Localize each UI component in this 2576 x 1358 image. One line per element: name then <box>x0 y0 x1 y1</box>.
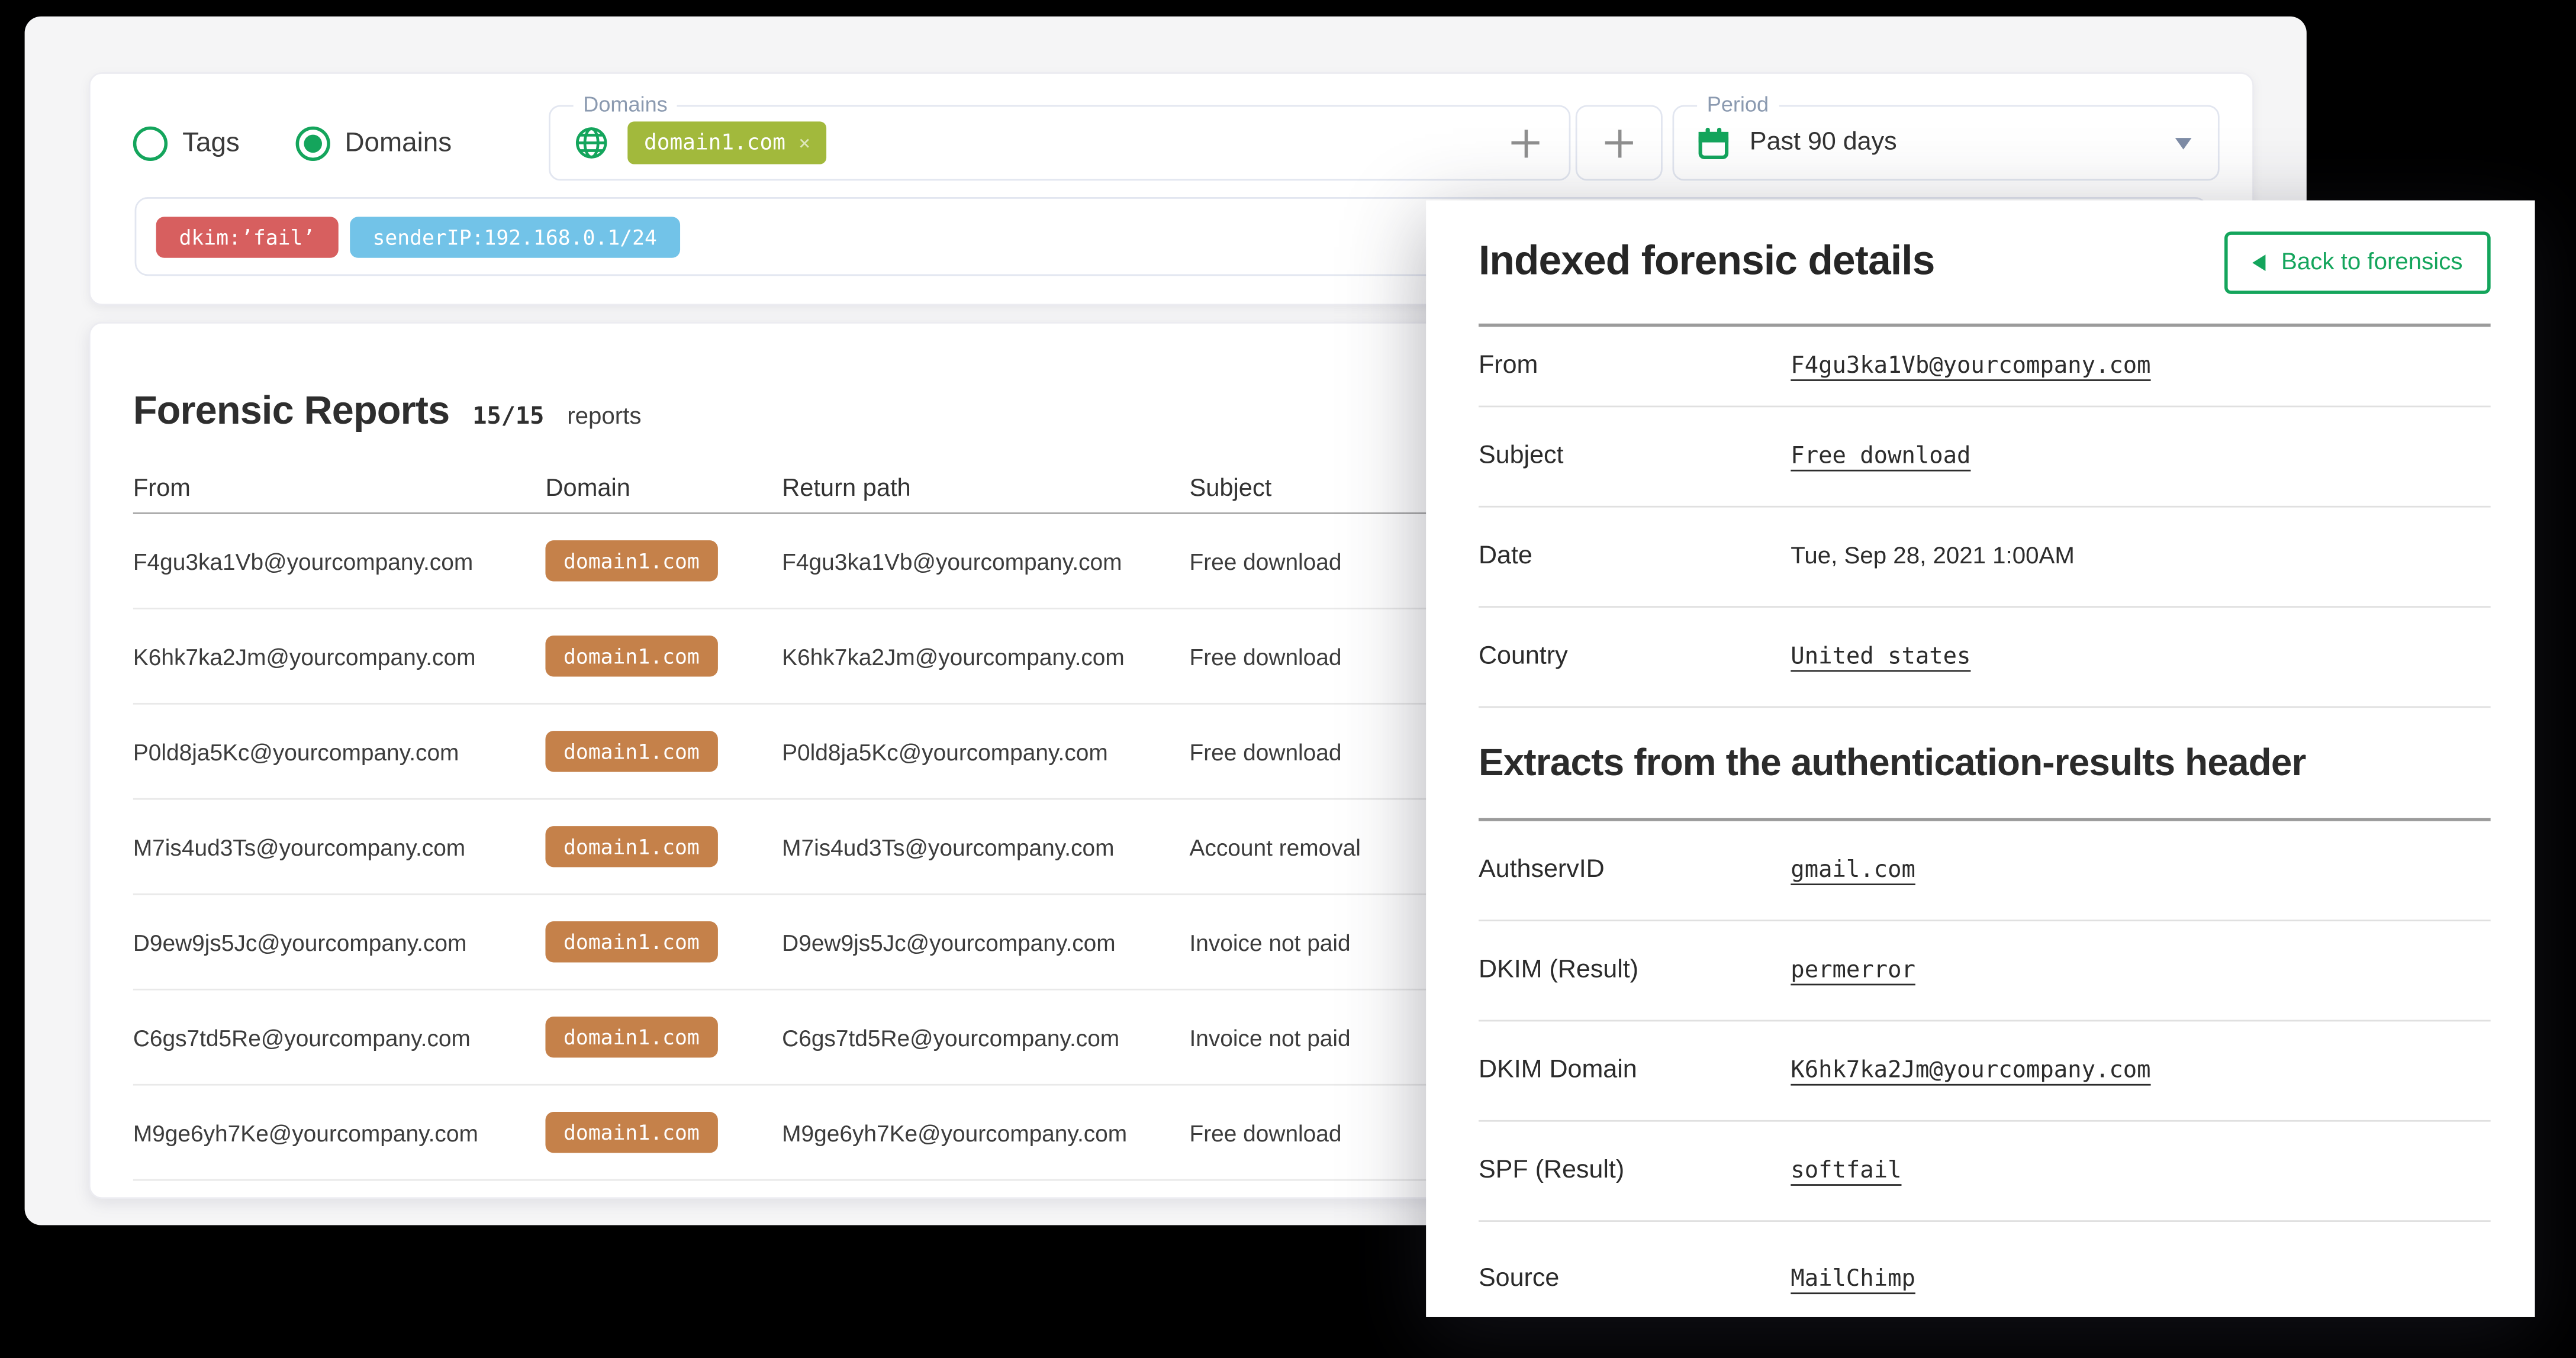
auth-row-dkim-result: DKIM (Result) permerror <box>1479 921 2491 1021</box>
query-chip-senderip[interactable]: senderIP:192.168.0.1/24 <box>350 216 680 257</box>
period-select[interactable]: Period Past 90 days <box>1672 105 2219 181</box>
detail-value-link[interactable]: permerror <box>1791 957 1915 983</box>
detail-label: SPF (Result) <box>1479 1156 1791 1186</box>
detail-value-link[interactable]: softfail <box>1791 1158 1901 1184</box>
cell-return-path: F4gu3ka1Vb@yourcompany.com <box>782 548 1189 574</box>
details-header: Indexed forensic details Back to forensi… <box>1479 201 2491 327</box>
domain-badge: domain1.com <box>545 636 717 676</box>
cell-from: M7is4ud3Ts@yourcompany.com <box>133 834 546 860</box>
cell-from: P0ld8ja5Kc@yourcompany.com <box>133 738 546 765</box>
details-title: Indexed forensic details <box>1479 238 1935 285</box>
back-to-forensics-button[interactable]: Back to forensics <box>2224 231 2491 293</box>
period-value: Past 90 days <box>1750 128 1897 157</box>
globe-icon <box>574 125 610 161</box>
detail-row-country: Country United states <box>1479 608 2491 708</box>
radio-tags-label: Tags <box>182 127 240 159</box>
detail-label: AuthservID <box>1479 856 1791 885</box>
detail-label: Source <box>1479 1265 1791 1294</box>
detail-value-link[interactable]: K6hk7ka2Jm@yourcompany.com <box>1791 1057 2150 1083</box>
domain-badge: domain1.com <box>545 1017 717 1057</box>
domain-chip-text: domain1.com <box>644 131 785 156</box>
chevron-down-icon <box>2175 137 2192 149</box>
detail-value-link[interactable]: F4gu3ka1Vb@yourcompany.com <box>1791 353 2150 379</box>
cell-from: D9ew9js5Jc@yourcompany.com <box>133 929 546 955</box>
cell-return-path: D9ew9js5Jc@yourcompany.com <box>782 929 1189 955</box>
report-header: Forensic Reports 15/15 reports <box>133 389 642 436</box>
detail-value-link[interactable]: United states <box>1791 644 1970 670</box>
x-icon[interactable]: × <box>798 131 810 154</box>
detail-label: Date <box>1479 542 1791 572</box>
detail-value-link[interactable]: Free download <box>1791 443 1970 469</box>
column-header-return-path: Return path <box>782 475 1189 502</box>
domains-field-label: Domains <box>574 92 678 118</box>
cell-from: C6gs7td5Re@yourcompany.com <box>133 1024 546 1050</box>
cell-return-path: M9ge6yh7Ke@yourcompany.com <box>782 1120 1189 1146</box>
domains-field[interactable]: Domains domain1.com × <box>549 105 1570 181</box>
plus-icon[interactable] <box>1511 129 1539 157</box>
report-type-radio-group: Tags Domains <box>133 120 452 166</box>
radio-option-tags[interactable]: Tags <box>133 120 240 166</box>
cell-return-path: M7is4ud3Ts@yourcompany.com <box>782 834 1189 860</box>
triangle-left-icon <box>2252 254 2265 270</box>
domain-chip[interactable]: domain1.com × <box>627 121 827 164</box>
cell-from: M9ge6yh7Ke@yourcompany.com <box>133 1120 546 1146</box>
detail-row-subject: Subject Free download <box>1479 407 2491 507</box>
radio-option-domains[interactable]: Domains <box>295 120 452 166</box>
detail-value-link[interactable]: MailChimp <box>1791 1266 1915 1292</box>
auth-row-spf-result: SPF (Result) softfail <box>1479 1122 2491 1222</box>
radio-domains-circle[interactable] <box>295 125 330 160</box>
add-filter-button[interactable] <box>1576 105 1663 181</box>
report-count-label: reports <box>567 404 641 430</box>
cell-return-path: C6gs7td5Re@yourcompany.com <box>782 1024 1189 1050</box>
auth-row-dkim-domain: DKIM Domain K6hk7ka2Jm@yourcompany.com <box>1479 1021 2491 1121</box>
cell-from: F4gu3ka1Vb@yourcompany.com <box>133 548 546 574</box>
domain-badge: domain1.com <box>545 826 717 867</box>
page-title: Forensic Reports <box>133 389 450 436</box>
auth-row-authservid: AuthservID gmail.com <box>1479 821 2491 921</box>
plus-icon <box>1605 129 1633 157</box>
detail-row-from: From F4gu3ka1Vb@yourcompany.com <box>1479 327 2491 407</box>
screenshot-stage: Tags Domains Domains <box>0 0 2576 1358</box>
auth-row-source: Source MailChimp <box>1479 1222 2491 1337</box>
cell-from: K6hk7ka2Jm@yourcompany.com <box>133 643 546 669</box>
detail-label: DKIM (Result) <box>1479 956 1791 985</box>
back-button-label: Back to forensics <box>2281 249 2462 275</box>
forensic-details-panel: Indexed forensic details Back to forensi… <box>1426 201 2535 1317</box>
detail-label: DKIM Domain <box>1479 1056 1791 1086</box>
detail-value-link[interactable]: gmail.com <box>1791 857 1915 883</box>
column-header-domain: Domain <box>545 475 782 502</box>
detail-label: From <box>1479 351 1791 381</box>
query-chip-dkim[interactable]: dkim:’fail’ <box>156 216 339 257</box>
report-count: 15/15 <box>472 404 544 430</box>
column-header-from: From <box>133 475 546 502</box>
detail-value: Tue, Sep 28, 2021 1:00AM <box>1791 544 2075 570</box>
domain-badge: domain1.com <box>545 731 717 772</box>
detail-row-date: Date Tue, Sep 28, 2021 1:00AM <box>1479 508 2491 608</box>
calendar-icon <box>1697 125 1730 160</box>
detail-label: Country <box>1479 642 1791 672</box>
cell-return-path: P0ld8ja5Kc@yourcompany.com <box>782 738 1189 765</box>
radio-domains-label: Domains <box>344 127 452 159</box>
period-field-label: Period <box>1697 92 1779 118</box>
auth-results-section-title: Extracts from the authentication-results… <box>1479 708 2491 821</box>
cell-return-path: K6hk7ka2Jm@yourcompany.com <box>782 643 1189 669</box>
domain-badge: domain1.com <box>545 1112 717 1153</box>
domain-badge: domain1.com <box>545 540 717 581</box>
detail-label: Subject <box>1479 442 1791 472</box>
radio-tags-circle[interactable] <box>133 125 168 160</box>
domain-badge: domain1.com <box>545 921 717 962</box>
